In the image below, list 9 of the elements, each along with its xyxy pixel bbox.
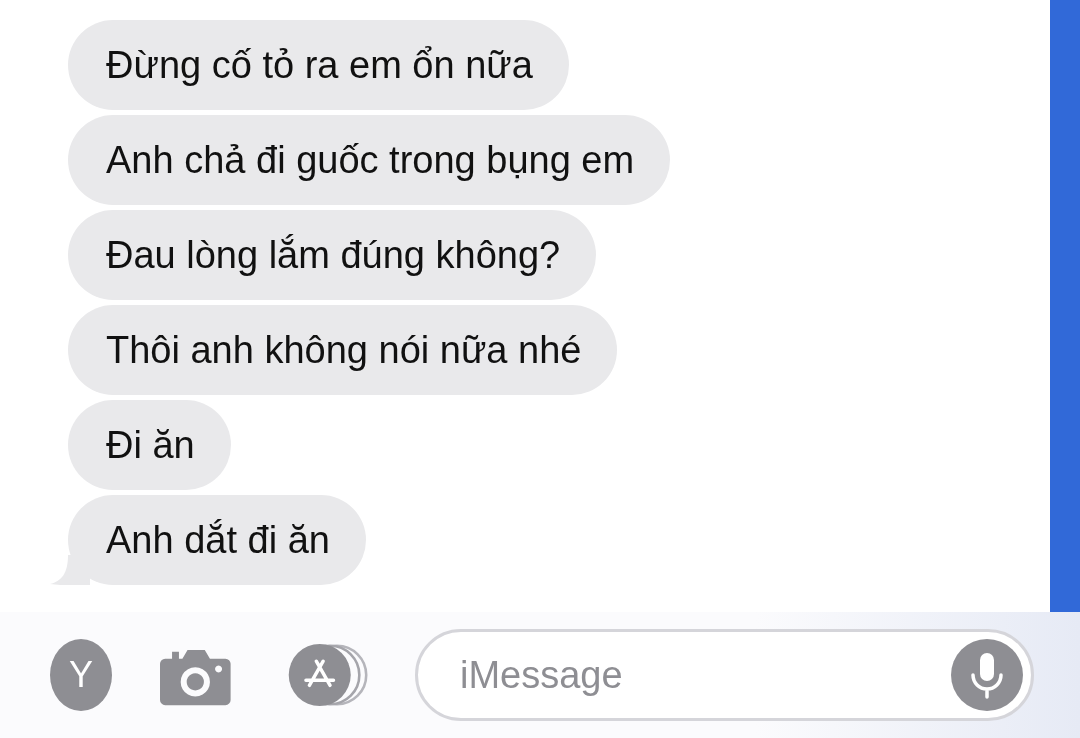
message-field[interactable]: iMessage — [458, 652, 951, 698]
message-bubble: Anh chả đi guốc trong bụng em — [68, 115, 671, 205]
message-bubble: Đừng cố tỏ ra em ổn nữa — [68, 20, 569, 110]
message-bubble: Đi ăn — [68, 400, 231, 490]
microphone-icon[interactable] — [951, 639, 1023, 711]
message-input-box[interactable]: iMessage — [415, 629, 1034, 721]
avatar[interactable]: Y — [50, 639, 112, 711]
message-bubble: Đau lòng lắm đúng không? — [68, 210, 597, 300]
message-bubble: Thôi anh không nói nữa nhé — [68, 305, 618, 395]
